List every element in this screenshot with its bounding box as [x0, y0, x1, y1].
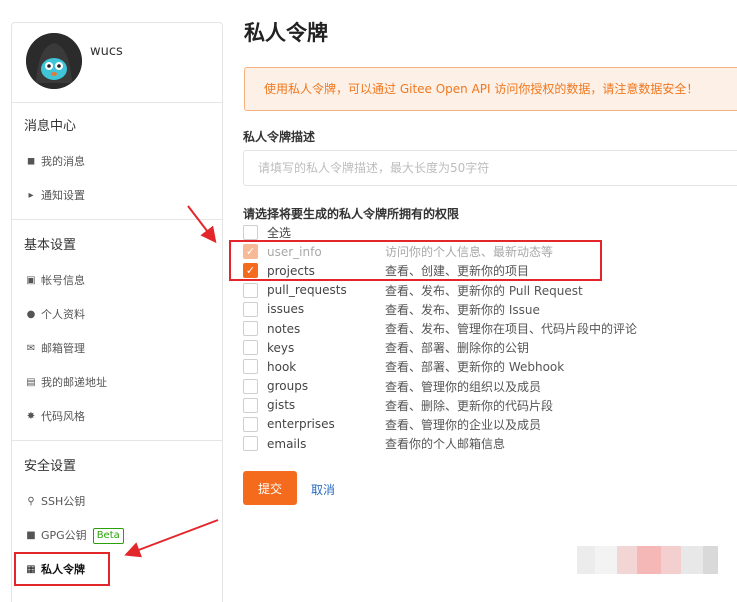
sidebar-item-label: GPG公钥 — [41, 529, 87, 542]
sidebar-item-profile[interactable]: ● 个人资料 — [12, 298, 222, 332]
group-title-basic: 基本设置 — [24, 238, 77, 253]
divider — [12, 219, 222, 220]
blurred-watermark — [577, 546, 722, 574]
submit-button[interactable]: 提交 — [243, 471, 297, 505]
page-title: 私人令牌 — [244, 21, 328, 45]
lock-icon: ■ — [26, 530, 36, 541]
sidebar-item-label: 我的邮递地址 — [41, 376, 107, 389]
permissions-label: 请选择将要生成的私人令牌所拥有的权限 — [243, 207, 460, 221]
avatar[interactable] — [26, 33, 82, 89]
sidebar-item-email[interactable]: ✉ 邮箱管理 — [12, 332, 222, 366]
perm-row-emails[interactable]: emails 查看你的个人邮箱信息 — [243, 434, 637, 453]
profile-card: wucs — [12, 23, 222, 103]
checkbox[interactable] — [243, 436, 258, 452]
perm-row-pull-requests[interactable]: pull_requests 查看、发布、更新你的 Pull Request — [243, 281, 637, 300]
sidebar-item-my-messages[interactable]: ◼ 我的消息 — [12, 145, 222, 179]
perm-row-hook[interactable]: hook 查看、部署、更新你的 Webhook — [243, 357, 637, 376]
perm-name: hook — [267, 359, 297, 374]
perm-row-gists[interactable]: gists 查看、删除、更新你的代码片段 — [243, 396, 637, 415]
token-description-label: 私人令牌描述 — [243, 130, 316, 144]
user-icon: ● — [26, 309, 36, 320]
perm-desc: 查看、发布、更新你的 Pull Request — [385, 283, 583, 298]
code-style-icon: ✸ — [26, 411, 36, 422]
perm-desc: 查看、管理你的企业以及成员 — [385, 417, 542, 432]
perm-row-groups[interactable]: groups 查看、管理你的组织以及成员 — [243, 377, 637, 396]
cancel-link[interactable]: 取消 — [311, 481, 335, 498]
perm-desc: 查看、管理你的组织以及成员 — [385, 379, 542, 394]
checkbox[interactable] — [243, 378, 258, 394]
speaker-icon: ▸ — [28, 190, 34, 201]
sidebar-item-gpg-keys[interactable]: ■ GPG公钥 Beta — [12, 519, 222, 553]
sidebar-item-label: 我的消息 — [41, 155, 85, 168]
select-all-label: 全选 — [267, 226, 292, 241]
perm-desc: 查看你的个人邮箱信息 — [385, 437, 506, 452]
bell-icon: ◼ — [26, 156, 36, 167]
key-icon: ⚲ — [27, 496, 35, 507]
settings-sidebar: wucs 消息中心 ◼ 我的消息 ▸ 通知设置 基本设置 ▣ 帐号信息 ● 个人… — [11, 22, 223, 602]
sidebar-item-account-info[interactable]: ▣ 帐号信息 — [12, 264, 222, 298]
perm-desc: 查看、发布、更新你的 Issue — [385, 302, 540, 317]
checkbox[interactable] — [243, 282, 258, 298]
perm-name: keys — [267, 340, 295, 355]
sidebar-item-address[interactable]: ▤ 我的邮递地址 — [12, 366, 222, 400]
checkbox[interactable] — [243, 397, 258, 413]
security-alert: 使用私人令牌，可以通过 Gitee Open API 访问你授权的数据，请注意数… — [244, 67, 737, 111]
token-description-input[interactable] — [243, 150, 737, 186]
id-card-icon: ▣ — [26, 275, 36, 286]
perm-name: notes — [267, 321, 301, 336]
perm-name: groups — [267, 379, 309, 394]
divider — [12, 440, 222, 441]
sidebar-item-label: SSH公钥 — [41, 495, 86, 508]
checkbox[interactable] — [243, 359, 258, 375]
perm-desc: 查看、部署、删除你的公钥 — [385, 341, 530, 356]
highlight-box-sidebar — [14, 552, 110, 586]
username[interactable]: wucs — [90, 44, 123, 59]
sidebar-item-label: 个人资料 — [41, 308, 85, 321]
address-card-icon: ▤ — [26, 377, 36, 388]
perm-row-notes[interactable]: notes 查看、发布、管理你在项目、代码片段中的评论 — [243, 319, 637, 338]
perm-row-keys[interactable]: keys 查看、部署、删除你的公钥 — [243, 338, 637, 357]
sidebar-item-label: 通知设置 — [41, 189, 85, 202]
sidebar-item-label: 帐号信息 — [41, 274, 85, 287]
checkbox[interactable] — [243, 321, 258, 337]
checkbox[interactable] — [243, 301, 258, 317]
checkbox[interactable] — [243, 340, 258, 356]
sidebar-item-notification-settings[interactable]: ▸ 通知设置 — [12, 179, 222, 213]
envelope-icon: ✉ — [26, 343, 36, 354]
perm-desc: 查看、发布、管理你在项目、代码片段中的评论 — [385, 322, 638, 337]
sidebar-item-ssh-keys[interactable]: ⚲ SSH公钥 — [12, 485, 222, 519]
highlight-box-permissions — [229, 240, 602, 281]
sidebar-item-label: 代码风格 — [41, 410, 85, 423]
checkbox[interactable] — [243, 416, 258, 432]
sidebar-item-label: 邮箱管理 — [41, 342, 85, 355]
perm-name: pull_requests — [267, 283, 347, 298]
perm-name: emails — [267, 436, 307, 451]
sidebar-item-code-style[interactable]: ✸ 代码风格 — [12, 400, 222, 434]
perm-desc: 查看、部署、更新你的 Webhook — [385, 360, 565, 375]
perm-row-issues[interactable]: issues 查看、发布、更新你的 Issue — [243, 300, 637, 319]
group-title-messages: 消息中心 — [24, 119, 77, 134]
perm-name: issues — [267, 302, 305, 317]
perm-name: enterprises — [267, 417, 335, 432]
checkbox[interactable] — [243, 225, 258, 241]
perm-name: gists — [267, 398, 296, 413]
group-title-security: 安全设置 — [24, 459, 77, 474]
perm-desc: 查看、删除、更新你的代码片段 — [385, 398, 554, 413]
beta-badge: Beta — [92, 528, 124, 544]
perm-row-enterprises[interactable]: enterprises 查看、管理你的企业以及成员 — [243, 415, 637, 434]
